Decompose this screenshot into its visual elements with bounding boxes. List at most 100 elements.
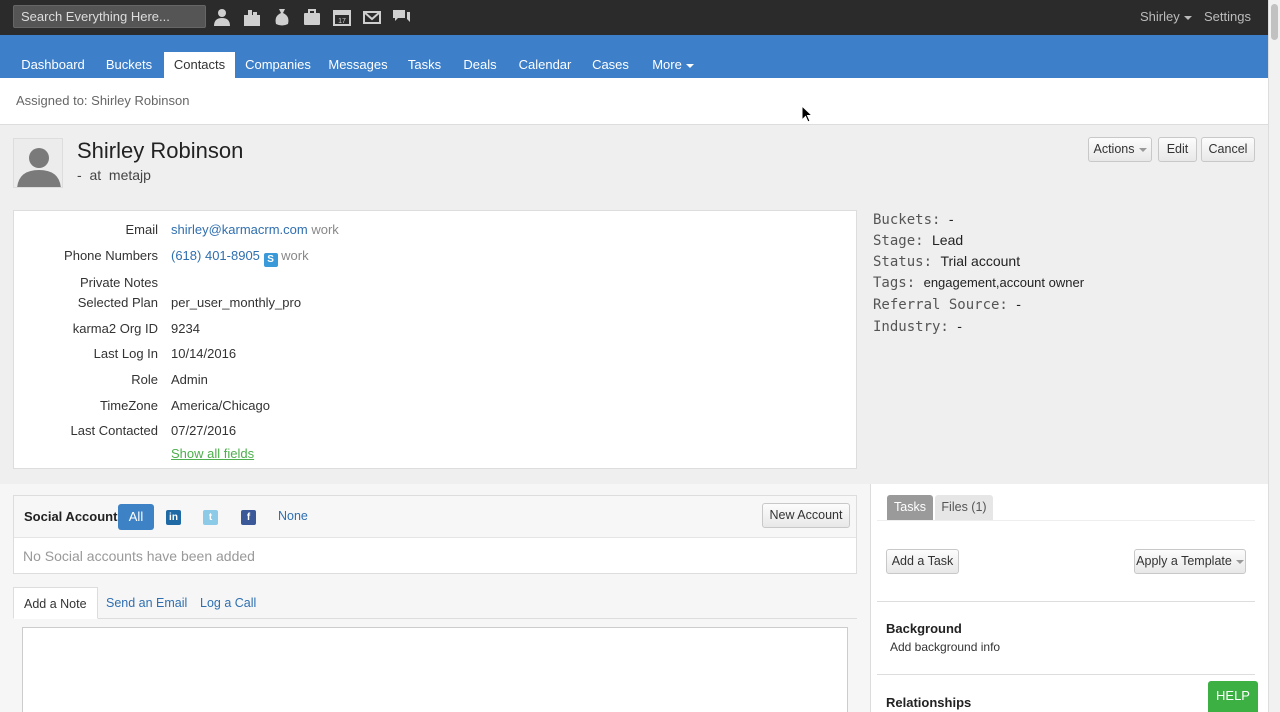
phone-label: Phone Numbers	[64, 248, 158, 263]
referral-row: Referral Source: -	[873, 296, 1021, 313]
subtitle-dash: -	[77, 167, 82, 183]
industry-row: Industry: -	[873, 318, 962, 335]
tab-cases[interactable]: Cases	[588, 52, 633, 78]
deal-icon[interactable]	[272, 7, 294, 27]
chevron-down-icon	[1138, 147, 1147, 152]
skype-icon[interactable]: S	[263, 253, 278, 267]
tab-deals[interactable]: Deals	[459, 52, 501, 78]
tab-log-call[interactable]: Log a Call	[200, 587, 256, 619]
main-nav: Dashboard Buckets Contacts Companies Mes…	[0, 35, 1268, 78]
tab-more[interactable]: More	[646, 52, 700, 78]
org-id-value: 9234	[171, 321, 200, 336]
social-accounts-title: Social Accounts	[24, 509, 125, 524]
cancel-button[interactable]: Cancel	[1201, 137, 1255, 162]
email-type: work	[311, 222, 339, 237]
tab-more-label: More	[652, 57, 682, 72]
chevron-down-icon	[1183, 15, 1192, 20]
linkedin-icon[interactable]: in	[166, 510, 181, 525]
timezone-value: America/Chicago	[171, 398, 270, 413]
status-value: Trial account	[940, 253, 1021, 269]
scroll-thumb[interactable]	[1271, 4, 1278, 40]
status-label: Status:	[873, 254, 933, 270]
help-button[interactable]: HELP	[1208, 681, 1258, 712]
phone-type: work	[281, 248, 309, 263]
contact-name: Shirley Robinson	[77, 138, 244, 163]
phone-link[interactable]: (618) 401-8905	[171, 248, 260, 263]
calendar-icon[interactable]: 17	[332, 7, 354, 27]
mail-icon[interactable]	[362, 7, 384, 27]
tab-send-email[interactable]: Send an Email	[106, 587, 187, 619]
status-row: Status: Trial account	[873, 253, 1020, 270]
last-contacted-value: 07/27/2016	[171, 423, 237, 438]
tab-tasks-panel[interactable]: Tasks	[887, 495, 933, 520]
chevron-down-icon	[1235, 559, 1244, 564]
tab-contacts[interactable]: Contacts	[164, 52, 235, 78]
tab-add-note[interactable]: Add a Note	[13, 587, 98, 619]
twitter-icon[interactable]: t	[203, 510, 218, 525]
add-background-link[interactable]: Add background info	[890, 640, 1000, 654]
svg-text:17: 17	[338, 18, 346, 25]
details-panel: Email shirley@karmacrm.com work Phone Nu…	[13, 210, 857, 469]
referral-label: Referral Source:	[873, 297, 1008, 313]
settings-link[interactable]: Settings	[1204, 9, 1251, 24]
stage-row: Stage: Lead	[873, 232, 963, 249]
buckets-value: -	[948, 211, 954, 227]
industry-label: Industry:	[873, 319, 949, 335]
add-task-button[interactable]: Add a Task	[886, 549, 959, 574]
filter-all-button[interactable]: All	[118, 504, 154, 530]
actions-button[interactable]: Actions	[1088, 137, 1152, 162]
company-icon[interactable]	[242, 7, 264, 27]
apply-template-button[interactable]: Apply a Template	[1134, 549, 1246, 574]
tags-value: engagement,account owner	[923, 275, 1085, 290]
note-tabs: Add a Note Send an Email Log a Call	[13, 587, 857, 619]
social-accounts-panel: Social Accounts All in t f None New Acco…	[13, 495, 857, 574]
email-label: Email	[125, 222, 158, 237]
edit-button[interactable]: Edit	[1158, 137, 1197, 162]
page-scrollbar[interactable]	[1268, 0, 1280, 712]
search-input[interactable]	[13, 5, 206, 28]
timezone-label: TimeZone	[99, 398, 158, 413]
actions-label: Actions	[1093, 142, 1135, 156]
top-bar: 17 Shirley Settings	[0, 0, 1280, 35]
tab-tasks[interactable]: Tasks	[403, 52, 446, 78]
avatar	[13, 138, 63, 188]
referral-value: -	[1016, 296, 1021, 312]
tab-dashboard[interactable]: Dashboard	[18, 52, 88, 78]
last-login-value: 10/14/2016	[171, 346, 237, 361]
note-textarea[interactable]	[22, 627, 848, 712]
show-all-fields-link[interactable]: Show all fields	[171, 446, 254, 461]
industry-value: -	[957, 318, 962, 334]
user-menu[interactable]: Shirley	[1140, 9, 1192, 24]
social-empty-text: No Social accounts have been added	[23, 548, 255, 564]
stage-value: Lead	[932, 232, 964, 248]
subtitle-at: at	[89, 167, 102, 183]
tab-files[interactable]: Files (1)	[935, 495, 993, 520]
person-silhouette-icon	[14, 139, 62, 187]
tags-row: Tags: engagement,account owner	[873, 275, 1084, 291]
last-contacted-label: Last Contacted	[70, 423, 158, 438]
new-account-button[interactable]: New Account	[762, 503, 850, 528]
apply-template-label: Apply a Template	[1136, 554, 1232, 568]
tab-companies[interactable]: Companies	[243, 52, 313, 78]
buckets-row: Buckets: -	[873, 211, 954, 228]
right-panel: Tasks Files (1) Add a Task Apply a Templ…	[870, 484, 1268, 712]
facebook-icon[interactable]: f	[241, 510, 256, 525]
filter-none-link[interactable]: None	[278, 509, 308, 523]
role-value: Admin	[171, 372, 208, 387]
tab-messages[interactable]: Messages	[327, 52, 389, 78]
role-label: Role	[131, 372, 158, 387]
phone-value: (618) 401-8905 S work	[171, 248, 309, 267]
mouse-cursor-icon	[801, 105, 814, 123]
user-name: Shirley	[1140, 9, 1180, 24]
email-link[interactable]: shirley@karmacrm.com	[171, 222, 308, 237]
contact-icon[interactable]	[212, 7, 234, 27]
social-accounts-header: Social Accounts All in t f None New Acco…	[14, 496, 856, 538]
case-icon[interactable]	[302, 7, 324, 27]
tab-calendar[interactable]: Calendar	[515, 52, 575, 78]
tab-buckets[interactable]: Buckets	[100, 52, 158, 78]
section-divider	[877, 601, 1255, 602]
plan-value: per_user_monthly_pro	[171, 295, 302, 310]
company-name: metajp	[108, 167, 151, 183]
chat-icon[interactable]	[392, 7, 414, 27]
section-divider-2	[877, 674, 1255, 675]
